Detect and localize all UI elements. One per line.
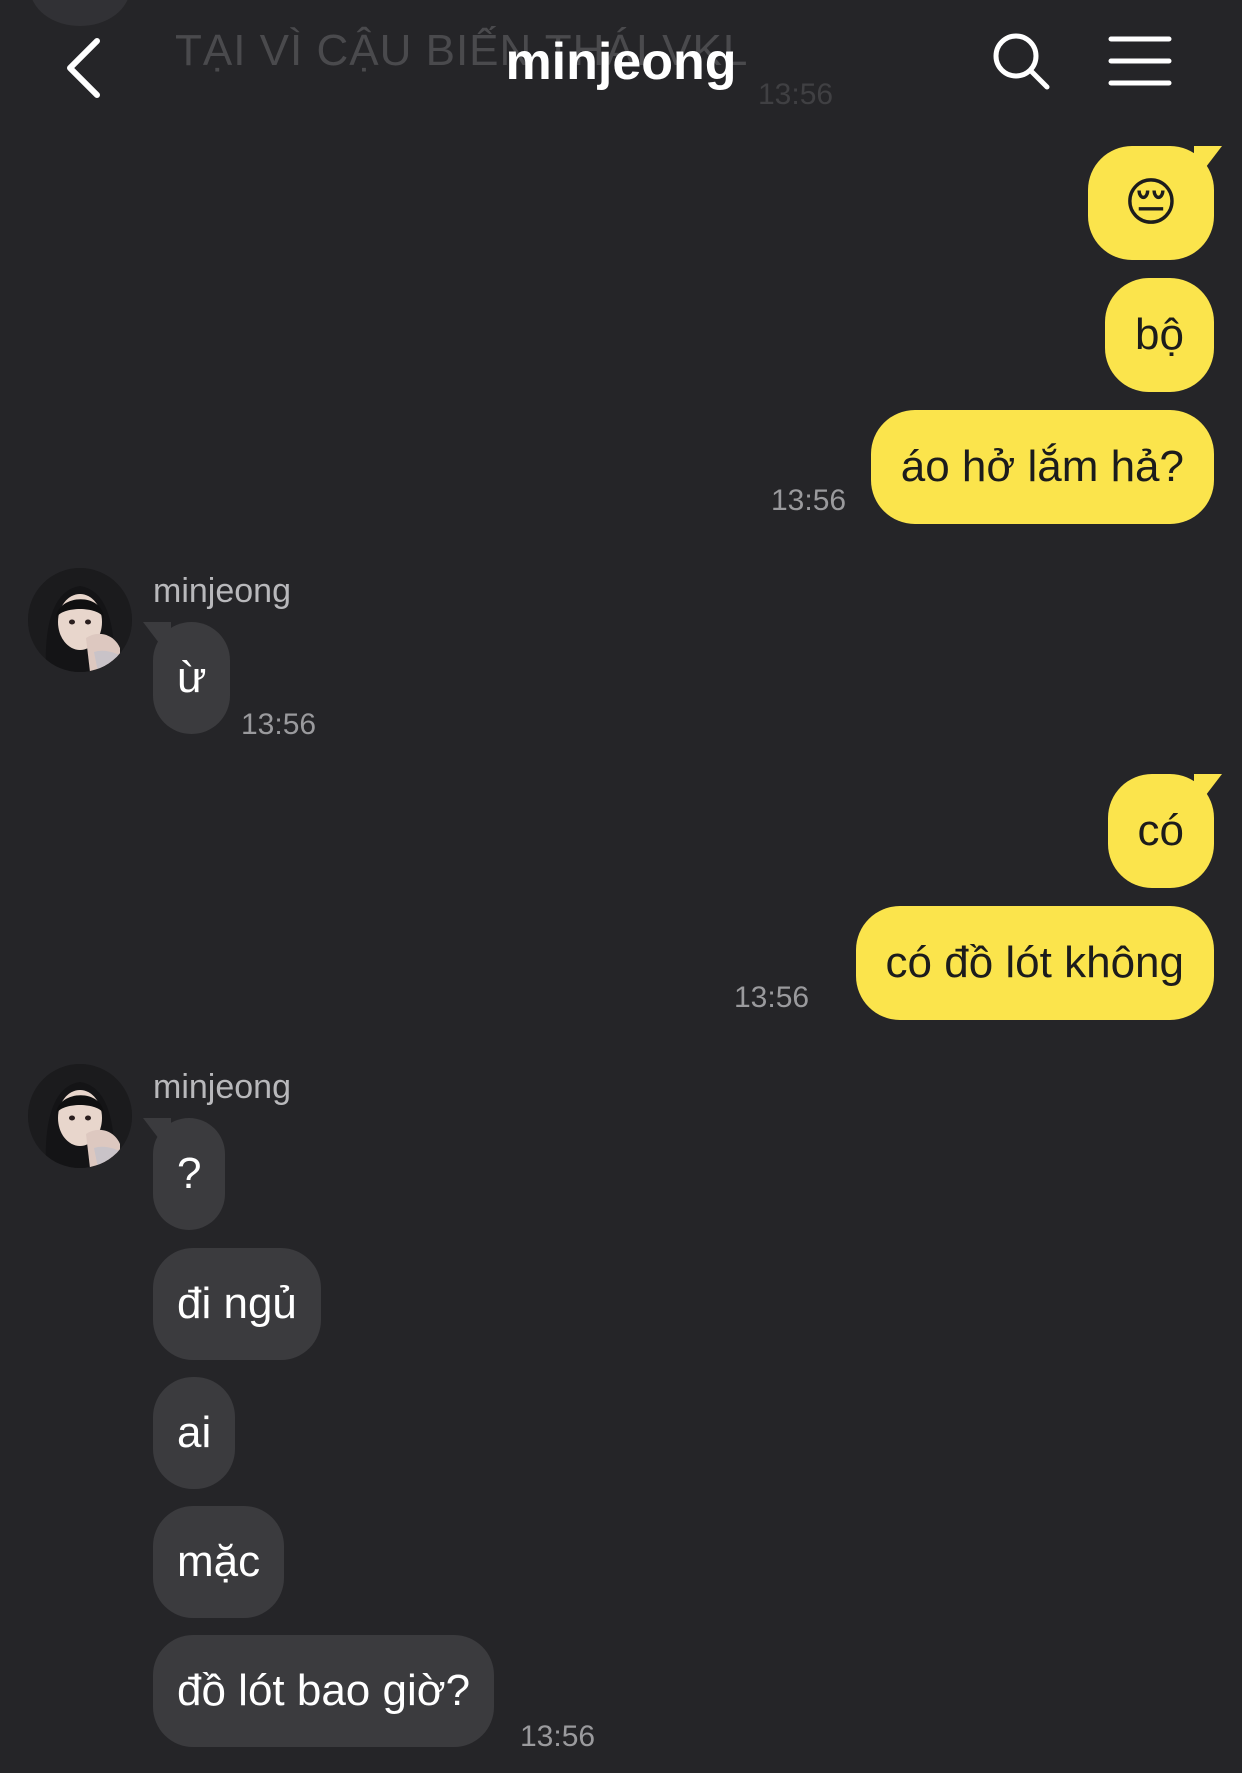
- profile-photo: [28, 1064, 132, 1168]
- sent-message[interactable]: 😔: [1087, 146, 1214, 260]
- received-message[interactable]: ừ: [153, 622, 231, 734]
- hamburger-menu-icon: [1108, 36, 1172, 86]
- search-button[interactable]: [990, 30, 1060, 100]
- contact-avatar[interactable]: [28, 1064, 132, 1168]
- message-timestamp: 13:56: [771, 484, 847, 517]
- contact-avatar[interactable]: [28, 568, 132, 672]
- faded-avatar: [30, 0, 130, 26]
- sent-message[interactable]: có: [1107, 774, 1214, 888]
- received-message[interactable]: đi ngủ: [153, 1248, 321, 1360]
- received-message[interactable]: ai: [153, 1377, 236, 1489]
- sent-message[interactable]: bộ: [1105, 278, 1214, 392]
- search-icon: [993, 33, 1050, 90]
- menu-button[interactable]: [1108, 34, 1178, 96]
- received-message[interactable]: ?: [153, 1118, 226, 1230]
- received-message[interactable]: đồ lót bao giờ?: [153, 1635, 495, 1747]
- message-timestamp: 13:56: [241, 708, 317, 741]
- sender-name: minjeong: [153, 1068, 291, 1106]
- message-timestamp: 13:56: [734, 981, 810, 1014]
- sender-name: minjeong: [153, 572, 291, 610]
- profile-photo: [28, 568, 132, 672]
- chat-header: TẠI VÌ CẬU BIẾN THÁI VKL 13:56 minjeong: [0, 0, 1242, 130]
- received-message[interactable]: mặc: [153, 1506, 285, 1618]
- sent-message[interactable]: áo hở lắm hả?: [870, 410, 1214, 524]
- sent-message[interactable]: có đồ lót không: [855, 906, 1214, 1020]
- message-timestamp: 13:56: [520, 1720, 596, 1753]
